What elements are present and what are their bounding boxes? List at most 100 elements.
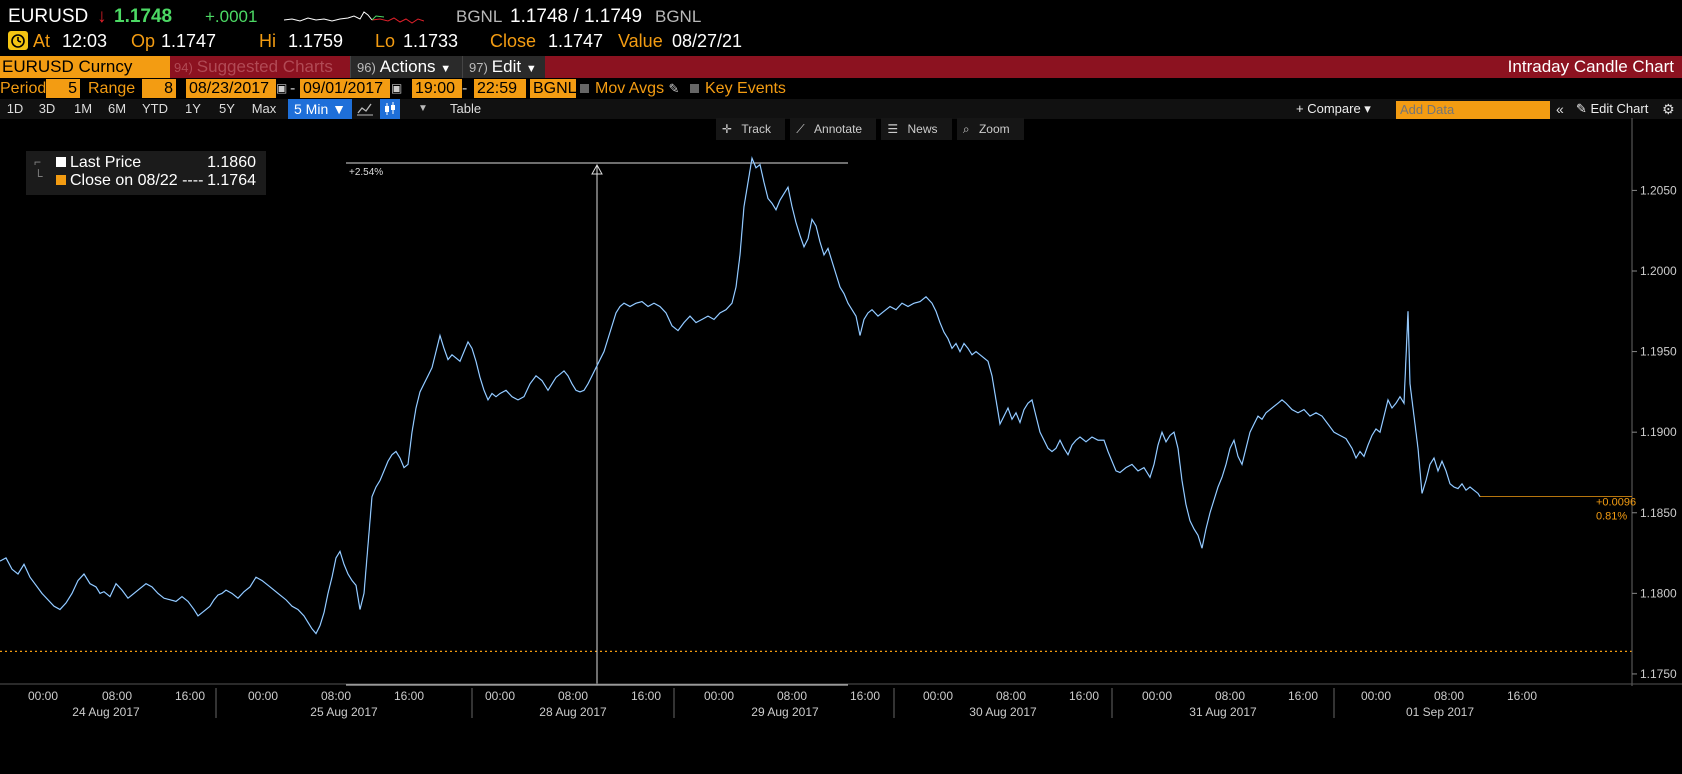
legend-label: Last Price bbox=[70, 154, 142, 171]
x-day-label: 25 Aug 2017 bbox=[310, 705, 378, 719]
calendar-icon[interactable]: ▣ bbox=[391, 79, 402, 98]
table-button[interactable]: Table bbox=[450, 99, 481, 119]
x-tick-label: 16:00 bbox=[850, 689, 880, 703]
low-label: Lo bbox=[375, 31, 396, 51]
period-label: Period bbox=[0, 80, 47, 97]
suggested-num: 94) bbox=[174, 60, 193, 75]
source-code-2: BGNL bbox=[655, 7, 702, 26]
high-label: Hi bbox=[259, 31, 276, 51]
security-field[interactable]: EURUSD Curncy bbox=[0, 56, 170, 78]
period-6m[interactable]: 6M bbox=[104, 99, 130, 119]
last-change-label: +0.0096 bbox=[1596, 497, 1636, 509]
ticker-symbol[interactable]: EURUSD bbox=[8, 6, 88, 28]
period-field[interactable]: 5 bbox=[46, 79, 80, 98]
actions-label: Actions bbox=[379, 57, 436, 76]
source-code: BGNL bbox=[456, 7, 503, 26]
x-tick-label: 16:00 bbox=[394, 689, 424, 703]
x-tick-label: 08:00 bbox=[321, 689, 351, 703]
time-from-field[interactable]: 19:00 bbox=[412, 79, 462, 98]
time-to-field[interactable]: 22:59 bbox=[474, 79, 526, 98]
range-label: Range bbox=[88, 80, 136, 97]
x-tick-label: 00:00 bbox=[923, 689, 953, 703]
legend-tree-icon: ⌐ └ bbox=[34, 155, 43, 183]
ohlc-row: At 12:03 Op 1.1747 Hi 1.1759 Lo 1.1733 C… bbox=[0, 31, 1682, 55]
x-tick-label: 00:00 bbox=[1142, 689, 1172, 703]
high-value: 1.1759 bbox=[288, 31, 344, 51]
date-from-field[interactable]: 08/23/2017 bbox=[186, 79, 276, 98]
x-tick-label: 00:00 bbox=[248, 689, 278, 703]
period-ytd[interactable]: YTD bbox=[138, 99, 172, 119]
compare-button[interactable]: + Compare ▾ bbox=[1296, 99, 1371, 119]
close-label: Close bbox=[490, 31, 537, 51]
timer-icon[interactable] bbox=[8, 31, 28, 50]
period-1m[interactable]: 1M bbox=[70, 99, 96, 119]
y-tick-label: 1.2000 bbox=[1640, 264, 1677, 278]
x-day-label: 01 Sep 2017 bbox=[1406, 705, 1474, 719]
legend-value: 1.1764 bbox=[207, 172, 256, 189]
chart-title: Intraday Candle Chart bbox=[1507, 57, 1674, 76]
x-tick-label: 16:00 bbox=[1069, 689, 1099, 703]
legend-item-last-price: Last Price bbox=[56, 154, 141, 172]
source-field[interactable]: BGNL bbox=[530, 79, 577, 98]
period-5y[interactable]: 5Y bbox=[214, 99, 240, 119]
collapse-icon[interactable]: « bbox=[1556, 99, 1564, 119]
pencil-icon[interactable]: ✎ bbox=[669, 81, 680, 96]
caret-down-icon: ▼ bbox=[525, 63, 537, 75]
period-max[interactable]: Max bbox=[248, 99, 280, 119]
x-tick-label: 08:00 bbox=[102, 689, 132, 703]
net-change: +.0001 bbox=[205, 7, 258, 26]
y-tick-label: 1.1750 bbox=[1640, 667, 1677, 681]
suggested-label: Suggested Charts bbox=[196, 57, 333, 76]
period-row: 1D 3D 1M 6M YTD 1Y 5Y Max 5 Min ▼ ▼ Tabl… bbox=[0, 99, 1682, 119]
edit-menu[interactable]: 97) Edit ▼ bbox=[462, 56, 545, 78]
calendar-icon[interactable]: ▣ bbox=[276, 79, 287, 98]
period-3d[interactable]: 3D bbox=[34, 99, 60, 119]
interval-selector[interactable]: 5 Min ▼ bbox=[288, 99, 352, 119]
actions-num: 96) bbox=[357, 60, 376, 75]
measure-label: +2.54% bbox=[349, 167, 383, 178]
x-tick-label: 08:00 bbox=[558, 689, 588, 703]
down-arrow-icon: ↓ bbox=[97, 6, 107, 27]
edit-label: Edit bbox=[491, 57, 522, 76]
add-data-input[interactable] bbox=[1396, 101, 1550, 119]
sparkline-icon bbox=[284, 11, 424, 24]
edit-chart-label: Edit Chart bbox=[1590, 101, 1649, 116]
time-separator: - bbox=[462, 80, 468, 97]
caret-down-icon: ▼ bbox=[440, 63, 452, 75]
price-series-line bbox=[0, 155, 1481, 635]
line-chart-icon[interactable] bbox=[356, 99, 374, 119]
at-time: 12:03 bbox=[62, 31, 108, 51]
legend-swatch bbox=[56, 175, 66, 185]
price-chart[interactable]: +2.54% 1.2050 1.2000 1.1950 1.1900 1.1850 1.1… bbox=[0, 118, 1682, 774]
candle-chart-icon[interactable] bbox=[380, 99, 400, 119]
x-tick-label: 16:00 bbox=[1507, 689, 1537, 703]
gear-icon[interactable]: ⚙ bbox=[1662, 99, 1675, 119]
chart-legend[interactable]: ⌐ └ Last Price 1.1860 Close on 08/22 ----… bbox=[26, 151, 266, 195]
mov-avgs-label: Mov Avgs bbox=[595, 80, 665, 97]
suggested-charts-menu[interactable]: 94) Suggested Charts bbox=[170, 56, 348, 78]
range-field[interactable]: 8 bbox=[142, 79, 176, 98]
x-tick-label: 00:00 bbox=[704, 689, 734, 703]
measure-tool[interactable]: +2.54% bbox=[346, 162, 848, 686]
y-tick-label: 1.1900 bbox=[1640, 425, 1677, 439]
x-tick-label: 00:00 bbox=[1361, 689, 1391, 703]
edit-chart-button[interactable]: ✎ Edit Chart bbox=[1576, 99, 1648, 119]
mov-avgs-toggle[interactable]: Mov Avgs ✎ bbox=[580, 79, 679, 98]
bid-ask: 1.1748 / 1.1749 bbox=[510, 6, 643, 27]
y-tick-label: 1.1850 bbox=[1640, 506, 1677, 520]
open-label: Op bbox=[131, 31, 156, 51]
date-separator: - bbox=[290, 80, 296, 97]
date-to-field[interactable]: 09/01/2017 bbox=[300, 79, 390, 98]
legend-label: Close on 08/22 ---- bbox=[70, 172, 204, 189]
value-label: Value bbox=[618, 31, 663, 51]
period-1d[interactable]: 1D bbox=[2, 99, 28, 119]
period-1y[interactable]: 1Y bbox=[180, 99, 206, 119]
last-change-pct-label: 0.81% bbox=[1596, 511, 1627, 523]
edit-num: 97) bbox=[469, 60, 488, 75]
key-events-toggle[interactable]: Key Events bbox=[690, 79, 786, 98]
chart-type-dropdown-icon[interactable]: ▼ bbox=[418, 99, 428, 119]
x-tick-label: 00:00 bbox=[28, 689, 58, 703]
at-label: At bbox=[33, 31, 51, 51]
legend-item-close: Close on 08/22 ---- bbox=[56, 172, 203, 190]
actions-menu[interactable]: 96) Actions ▼ bbox=[350, 56, 469, 78]
